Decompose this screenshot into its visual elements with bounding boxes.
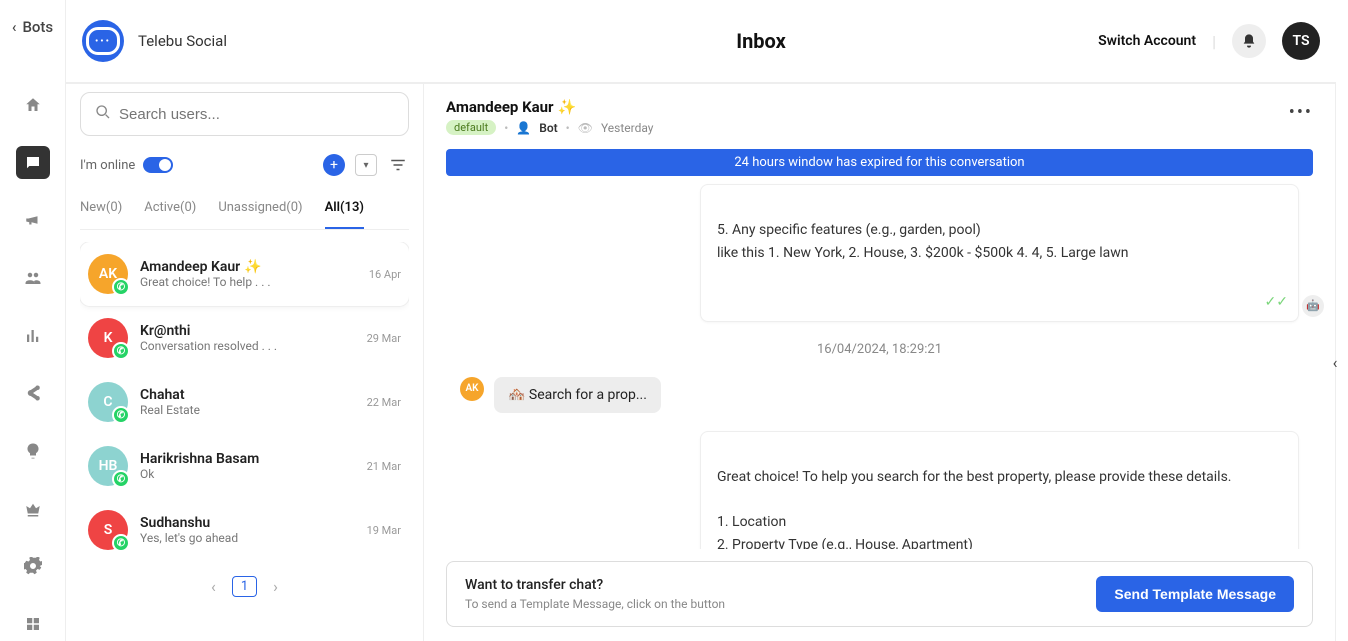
whatsapp-icon: ✆ bbox=[112, 470, 130, 488]
status-pill: default bbox=[446, 120, 496, 135]
bot-avatar-icon: 🤖 bbox=[1302, 295, 1324, 317]
bell-icon[interactable] bbox=[1232, 24, 1266, 58]
composer-subtitle: To send a Template Message, click on the… bbox=[465, 597, 725, 611]
brand-name: Telebu Social bbox=[138, 32, 227, 50]
assigned-to: Bot bbox=[539, 121, 557, 135]
chat-icon[interactable] bbox=[16, 146, 50, 180]
account-avatar[interactable]: TS bbox=[1282, 22, 1320, 60]
conversation-name: Amandeep Kaur ✨ bbox=[140, 259, 357, 275]
chat-panel: Amandeep Kaur ✨ default • 👤 Bot • 👁 Yest… bbox=[424, 84, 1336, 641]
person-icon: 👤 bbox=[516, 121, 531, 135]
composer: Want to transfer chat? To send a Templat… bbox=[446, 561, 1313, 627]
avatar: AK ✆ bbox=[88, 254, 128, 294]
eye-icon: 👁 bbox=[578, 121, 593, 135]
outgoing-message: 5. Any specific features (e.g., garden, … bbox=[700, 184, 1299, 322]
home-icon[interactable] bbox=[16, 88, 50, 122]
outgoing-message: Great choice! To help you search for the… bbox=[700, 431, 1299, 549]
conversation-name: Chahat bbox=[140, 387, 355, 403]
incoming-message: 🏘️ Search for a prop... bbox=[494, 377, 661, 413]
whatsapp-icon: ✆ bbox=[112, 406, 130, 424]
search-icon bbox=[95, 104, 111, 124]
conversation-preview: Ok bbox=[140, 467, 355, 481]
add-conversation-button[interactable]: + bbox=[323, 154, 345, 176]
megaphone-icon[interactable] bbox=[16, 203, 50, 237]
nav-rail: ‹ Bots bbox=[0, 0, 66, 641]
avatar: K ✆ bbox=[88, 318, 128, 358]
online-status-label: I'm online bbox=[80, 158, 135, 173]
conversation-date: 21 Mar bbox=[367, 460, 401, 473]
switch-account-link[interactable]: Switch Account bbox=[1098, 33, 1196, 49]
tab-active[interactable]: Active(0) bbox=[144, 200, 196, 229]
nav-back[interactable]: ‹ Bots bbox=[12, 18, 53, 36]
filter-icon[interactable] bbox=[387, 154, 409, 176]
dropdown-button[interactable]: ▾ bbox=[355, 154, 377, 176]
conversations-panel: I'm online + ▾ New(0) Active(0) Unassign… bbox=[66, 84, 424, 641]
sparkle-icon: ✨ bbox=[244, 259, 261, 275]
messages-scroll[interactable]: 5. Any specific features (e.g., garden, … bbox=[424, 176, 1335, 549]
delivered-icon: ✓✓ bbox=[1265, 291, 1288, 313]
avatar: S ✆ bbox=[88, 510, 128, 550]
search-box[interactable] bbox=[80, 92, 409, 136]
message-text: Great choice! To help you search for the… bbox=[717, 469, 1232, 549]
whatsapp-icon: ✆ bbox=[112, 342, 130, 360]
bar-chart-icon[interactable] bbox=[16, 319, 50, 353]
conversation-preview: Yes, let's go ahead bbox=[140, 531, 355, 545]
avatar: C ✆ bbox=[88, 382, 128, 422]
conversation-item[interactable]: AK ✆ Amandeep Kaur ✨ Great choice! To he… bbox=[80, 242, 409, 306]
conversation-tabs: New(0) Active(0) Unassigned(0) All(13) bbox=[80, 200, 409, 230]
incoming-avatar: AK bbox=[460, 377, 484, 401]
conversation-date: 29 Mar bbox=[367, 332, 401, 345]
composer-title: Want to transfer chat? bbox=[465, 577, 725, 593]
tab-all[interactable]: All(13) bbox=[325, 200, 364, 229]
whatsapp-icon: ✆ bbox=[112, 278, 130, 296]
conversation-list: AK ✆ Amandeep Kaur ✨ Great choice! To he… bbox=[80, 242, 409, 562]
gear-icon[interactable] bbox=[16, 550, 50, 584]
expand-details-button[interactable]: ‹ bbox=[1322, 84, 1348, 641]
search-input[interactable] bbox=[119, 106, 394, 123]
conversation-preview: Conversation resolved . . . bbox=[140, 339, 355, 353]
conversation-item[interactable]: HB ✆ Harikrishna Basam Ok 21 Mar bbox=[80, 434, 409, 498]
avatar: HB ✆ bbox=[88, 446, 128, 486]
expiry-banner: 24 hours window has expired for this con… bbox=[446, 149, 1313, 176]
more-actions-button[interactable]: ••• bbox=[1289, 102, 1313, 123]
last-seen: Yesterday bbox=[601, 121, 654, 135]
tab-unassigned[interactable]: Unassigned(0) bbox=[218, 200, 302, 229]
app-header: ••• Telebu Social Inbox Switch Account |… bbox=[66, 0, 1336, 84]
conversation-date: 16 Apr bbox=[369, 268, 401, 281]
message-text: 5. Any specific features (e.g., garden, … bbox=[717, 222, 1129, 260]
share-icon[interactable] bbox=[16, 376, 50, 410]
chevron-left-icon: ‹ bbox=[12, 18, 17, 36]
conversation-name: Sudhanshu bbox=[140, 515, 355, 531]
send-template-button[interactable]: Send Template Message bbox=[1096, 576, 1294, 612]
conversation-item[interactable]: K ✆ Kr@nthi Conversation resolved . . . … bbox=[80, 306, 409, 370]
brand-logo-icon: ••• bbox=[82, 20, 124, 62]
conversation-item[interactable]: C ✆ Chahat Real Estate 22 Mar bbox=[80, 370, 409, 434]
chat-contact-name: Amandeep Kaur bbox=[446, 98, 554, 116]
timestamp-divider: 16/04/2024, 18:29:21 bbox=[460, 342, 1299, 357]
conversation-date: 22 Mar bbox=[367, 396, 401, 409]
pagination: ‹ 1 › bbox=[80, 562, 409, 611]
chat-header: Amandeep Kaur ✨ default • 👤 Bot • 👁 Yest… bbox=[424, 84, 1335, 143]
sparkle-icon: ✨ bbox=[558, 98, 577, 116]
conversation-name: Harikrishna Basam bbox=[140, 451, 355, 467]
tab-new[interactable]: New(0) bbox=[80, 200, 122, 229]
page-number[interactable]: 1 bbox=[232, 576, 257, 597]
next-page-button[interactable]: › bbox=[273, 577, 278, 596]
crown-icon[interactable] bbox=[16, 492, 50, 526]
users-icon[interactable] bbox=[16, 261, 50, 295]
online-toggle[interactable] bbox=[143, 157, 173, 173]
brand: ••• Telebu Social bbox=[82, 20, 424, 62]
conversation-preview: Great choice! To help . . . bbox=[140, 275, 357, 289]
nav-back-label: Bots bbox=[22, 18, 53, 36]
conversation-date: 19 Mar bbox=[367, 524, 401, 537]
conversation-name: Kr@nthi bbox=[140, 323, 355, 339]
conversation-preview: Real Estate bbox=[140, 403, 355, 417]
lightbulb-icon[interactable] bbox=[16, 434, 50, 468]
page-title: Inbox bbox=[424, 29, 1098, 53]
whatsapp-icon: ✆ bbox=[112, 534, 130, 552]
layers-icon[interactable] bbox=[16, 607, 50, 641]
prev-page-button[interactable]: ‹ bbox=[211, 577, 216, 596]
conversation-item[interactable]: S ✆ Sudhanshu Yes, let's go ahead 19 Mar bbox=[80, 498, 409, 562]
